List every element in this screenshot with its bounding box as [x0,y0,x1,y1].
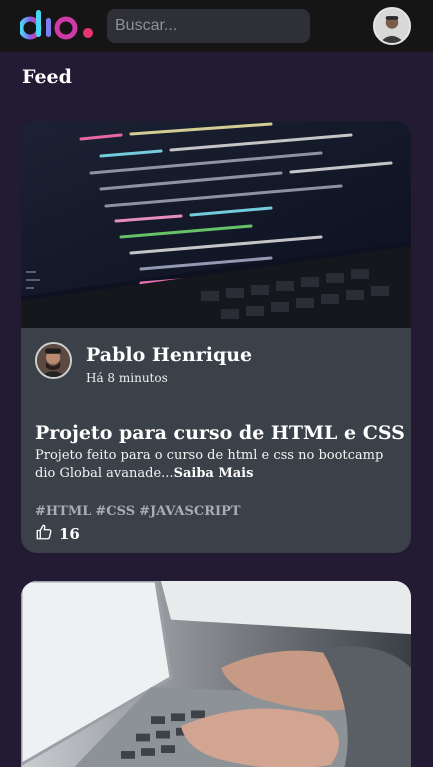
post-card: Pablo Henrique Há 8 minutos Projeto para… [21,121,411,553]
post-author: Pablo Henrique Há 8 minutos [35,342,252,386]
read-more-link[interactable]: Saiba Mais [174,466,254,481]
like-count: 16 [59,525,80,543]
user-avatar-icon[interactable] [373,7,411,45]
post-tags: #HTML #CSS #JAVASCRIPT [35,504,245,519]
top-bar [0,0,433,52]
feed-title: Feed [22,66,72,88]
tag-css[interactable]: #CSS [95,504,135,519]
post-time: Há 8 minutos [86,371,168,385]
thumbs-up-icon[interactable] [35,523,53,541]
code-on-laptop-image [21,121,411,328]
author-name[interactable]: Pablo Henrique [86,344,252,366]
tag-javascript[interactable]: #JAVASCRIPT [139,504,240,519]
author-avatar-icon[interactable] [35,342,72,379]
search-input[interactable] [107,9,310,43]
post-description: Projeto feito para o curso de html e css… [35,447,400,483]
tag-html[interactable]: #HTML [35,504,91,519]
post-likes: 16 [35,521,80,543]
hands-typing-on-laptop-image [21,581,411,767]
dio-logo-icon[interactable] [20,8,96,42]
post-title: Projeto para curso de HTML e CSS [35,422,405,444]
post-card [21,581,411,767]
